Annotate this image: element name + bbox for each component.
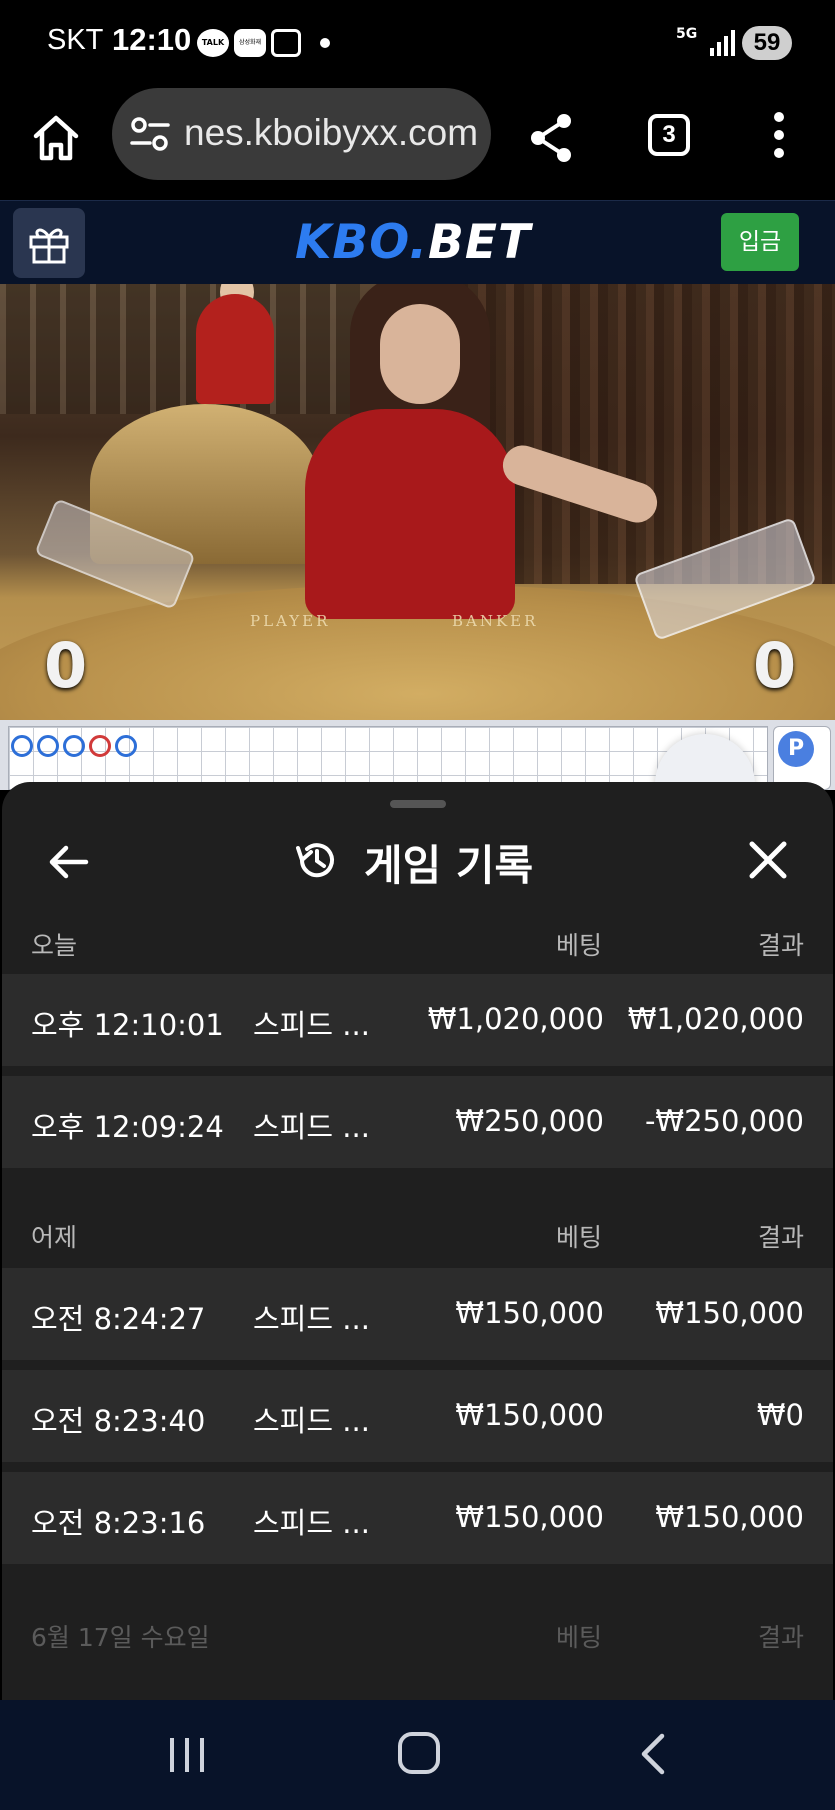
sheet-title: 게임 기록 — [364, 841, 534, 890]
site-logo[interactable]: KBO.BET — [295, 215, 531, 270]
player-label: PLAYER — [250, 612, 331, 630]
deposit-button[interactable]: 입금 — [721, 213, 799, 271]
live-dealer-video[interactable]: PLAYER BANKER 0 0 — [0, 284, 835, 720]
back-nav-icon[interactable] — [636, 1732, 670, 1776]
network-type-icon: 5G — [676, 26, 698, 42]
road-marker — [11, 735, 33, 757]
site-settings-icon[interactable] — [130, 116, 170, 152]
history-row[interactable]: 오후 12:10:01 스피드 ... ₩1,020,000 ₩1,020,00… — [2, 974, 833, 1066]
url-text: nes.kboibyxx.com — [184, 112, 479, 153]
road-marker — [63, 735, 85, 757]
home-icon[interactable] — [30, 112, 82, 164]
section-header-yesterday: 어제 베팅 결과 — [31, 1223, 804, 1252]
home-nav-icon[interactable] — [398, 1732, 440, 1774]
carrier-label: SKT — [47, 24, 104, 56]
road-marker — [89, 735, 111, 757]
browser-toolbar: nes.kboibyxx.com 3 — [0, 86, 835, 200]
roadmap-scoreboard[interactable]: P — [0, 720, 835, 834]
site-header: KBO.BET 입금 — [0, 200, 835, 284]
history-row[interactable]: 오전 8:23:16 스피드 ... ₩150,000 ₩150,000 — [2, 1472, 833, 1564]
share-icon[interactable] — [528, 112, 576, 164]
gift-icon — [29, 228, 69, 264]
screenshot-icon — [271, 29, 301, 57]
recent-apps-icon[interactable] — [166, 1734, 208, 1776]
road-marker — [37, 735, 59, 757]
history-icon — [296, 843, 334, 878]
gift-button[interactable] — [13, 208, 85, 278]
banker-score: 0 — [753, 629, 797, 702]
address-bar[interactable]: nes.kboibyxx.com — [112, 88, 491, 180]
game-history-sheet: 게임 기록 오늘 베팅 결과 오후 12:10:01 스피드 ... ₩1,02… — [2, 782, 833, 1700]
sheet-drag-handle[interactable] — [390, 800, 446, 808]
road-marker — [115, 735, 137, 757]
tab-switcher-button[interactable]: 3 — [648, 114, 690, 156]
system-navigation-bar — [0, 1700, 835, 1810]
banker-label: BANKER — [452, 612, 539, 630]
kakaotalk-icon: TALK — [197, 29, 229, 57]
prediction-panel[interactable]: P — [773, 726, 831, 790]
section-header-today: 오늘 베팅 결과 — [31, 931, 804, 960]
section-header-date: 6월 17일 수요일 베팅 결과 — [31, 1623, 804, 1652]
status-clock: 12:10 — [112, 22, 192, 57]
history-row[interactable]: 오전 8:24:27 스피드 ... ₩150,000 ₩150,000 — [2, 1268, 833, 1360]
bead-road-grid — [8, 726, 768, 790]
insurance-app-icon: 삼성화재 — [234, 29, 266, 57]
battery-indicator: 59 — [742, 26, 792, 60]
signal-icon — [710, 30, 735, 56]
history-row[interactable]: 오전 8:23:40 스피드 ... ₩150,000 ₩0 — [2, 1370, 833, 1462]
more-notifications-dot-icon — [320, 38, 330, 48]
status-bar: SKT 12:10 TALK 삼성화재 5G 59 — [0, 0, 835, 86]
player-score: 0 — [44, 629, 88, 702]
history-row[interactable]: 오후 12:09:24 스피드 ... ₩250,000 -₩250,000 — [2, 1076, 833, 1168]
player-prediction-icon: P — [778, 731, 814, 767]
close-icon[interactable] — [746, 838, 790, 882]
browser-menu-icon[interactable] — [768, 112, 790, 164]
back-arrow-icon[interactable] — [46, 840, 90, 884]
